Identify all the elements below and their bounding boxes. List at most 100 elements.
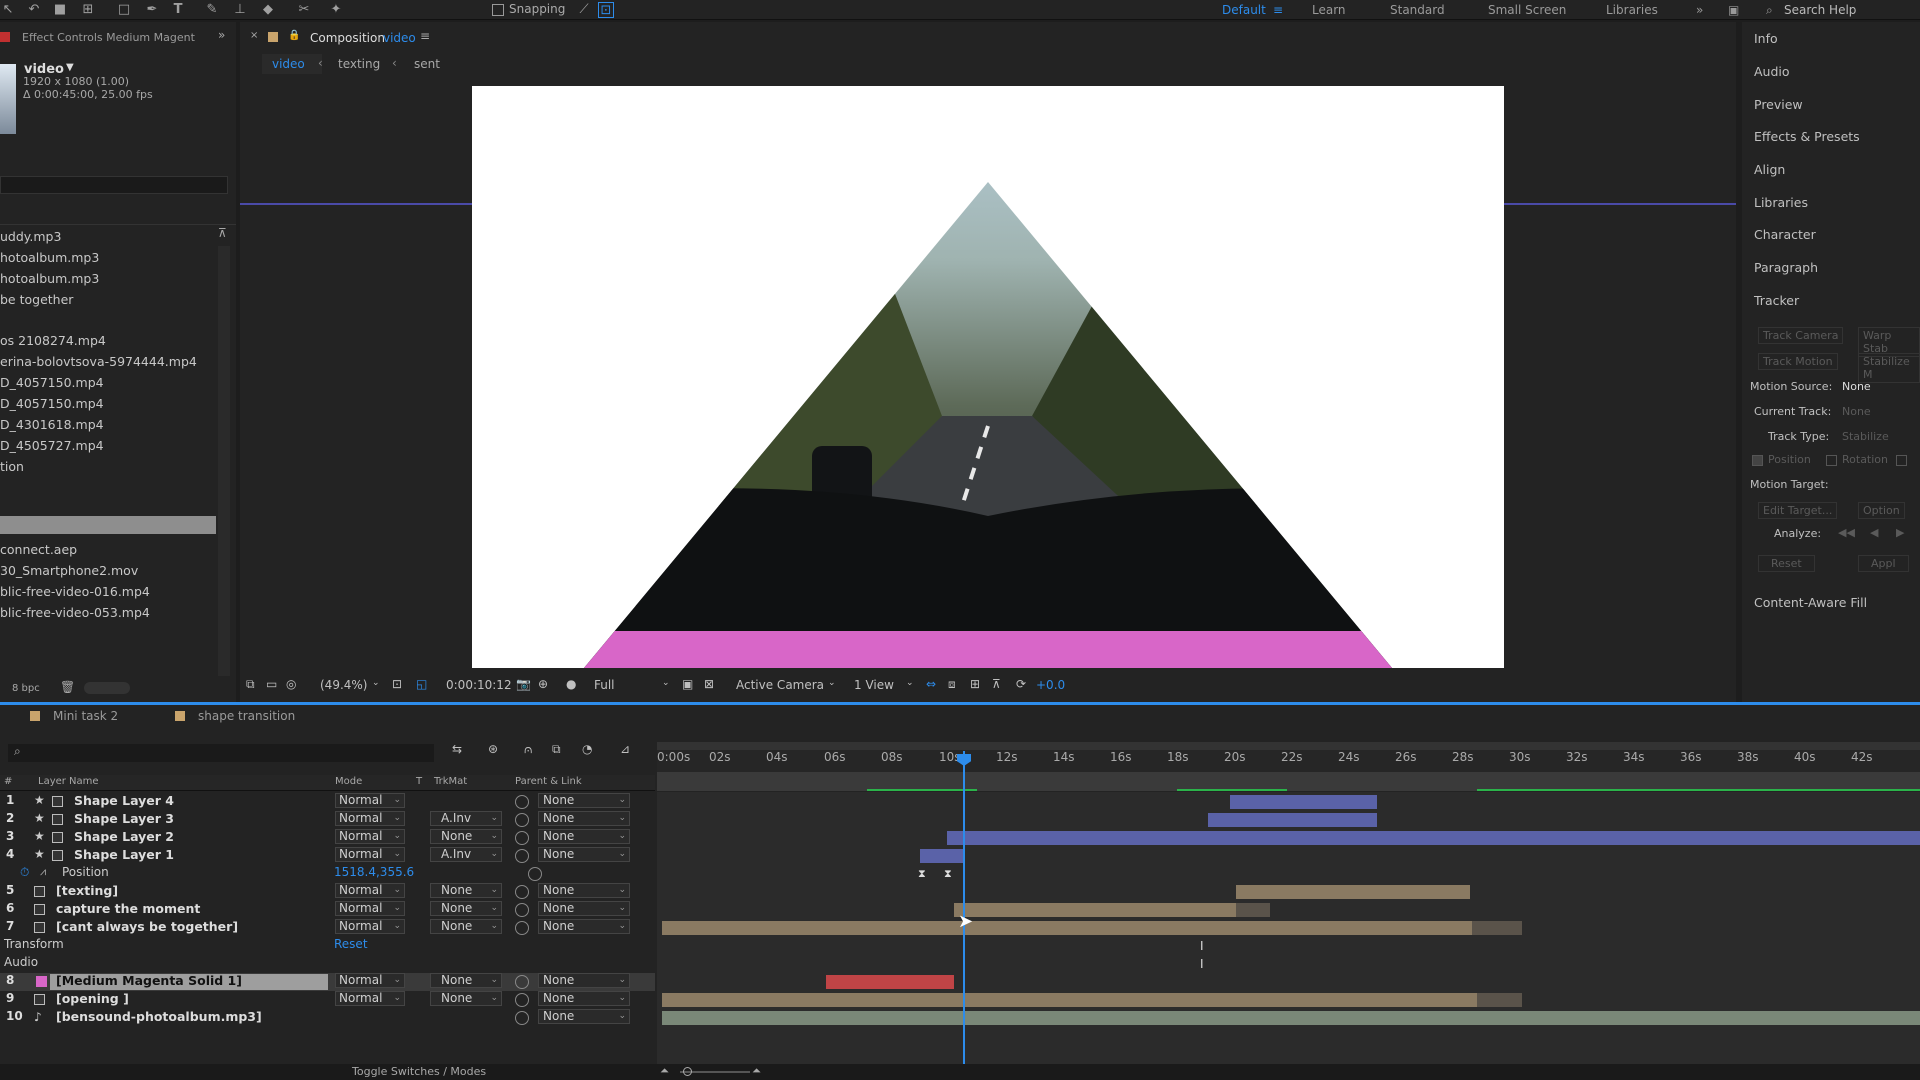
zoom-slider-handle[interactable] (683, 1067, 692, 1076)
camera-dropdown[interactable]: Active Camera (736, 678, 824, 692)
chevron-down-icon[interactable]: ⌄ (906, 678, 914, 688)
parent-dropdown[interactable]: None ⌄ (538, 919, 630, 934)
stopwatch-icon[interactable]: ⏱ (20, 865, 29, 880)
parent-dropdown[interactable]: None ⌄ (538, 829, 630, 844)
work-area-bar[interactable] (657, 742, 1920, 750)
layer-name[interactable]: [Medium Magenta Solid 1] (56, 973, 242, 988)
workspace-learn[interactable]: Learn (1312, 3, 1346, 17)
comp-mini-flowchart-icon[interactable]: ⇆ (452, 742, 462, 756)
tab-shape-transition[interactable]: shape transition (198, 709, 295, 723)
project-item[interactable]: os 2108274.mp4 (0, 333, 106, 348)
project-item-selected[interactable] (0, 516, 216, 534)
snap-edge-icon[interactable]: ⟋ (576, 2, 592, 18)
view-layout-dropdown[interactable]: 1 View (854, 678, 894, 692)
layer-row[interactable]: 10 ♪ [bensound-photoalbum.mp3] None ⌄ (0, 1009, 655, 1027)
layer-bar-shape-layer-4[interactable] (1230, 795, 1377, 809)
analyze-back-icon[interactable]: ◀◀ (1838, 526, 1855, 539)
layer-name[interactable]: Shape Layer 4 (74, 793, 174, 808)
layer-bar-shape-layer-1[interactable] (920, 849, 964, 863)
panel-effects-presets[interactable]: Effects & Presets (1754, 129, 1860, 144)
project-item[interactable]: D_4505727.mp4 (0, 438, 104, 453)
position-value[interactable]: 1518.4,355.6 (334, 865, 414, 879)
panel-expand-icon[interactable]: » (218, 28, 225, 42)
mode-dropdown[interactable]: Normal ⌄ (335, 811, 405, 826)
parent-pickwhip-icon[interactable] (515, 993, 529, 1007)
flowchart-icon[interactable]: ⊼ (992, 677, 1001, 691)
time-ruler[interactable]: 0:00s 02s 04s 06s 08s 10s 12s 14s 16s 18… (657, 750, 1920, 772)
puppet-tool-icon[interactable]: ✦ (328, 2, 344, 18)
reset-exposure-icon[interactable]: ⟳ (1016, 677, 1026, 691)
project-item[interactable]: blic-free-video-016.mp4 (0, 584, 150, 599)
zoom-in-icon[interactable]: ⏶ (752, 1064, 761, 1078)
project-search-input[interactable] (0, 176, 228, 194)
effect-controls-tab[interactable]: Effect Controls Medium Magent (22, 31, 195, 44)
panel-preview[interactable]: Preview (1754, 97, 1803, 112)
layer-bar-capture-the-moment[interactable] (954, 903, 1236, 917)
mode-dropdown[interactable]: Normal ⌄ (335, 829, 405, 844)
layer-bar-bensound-audio[interactable] (662, 1011, 1920, 1025)
lock-icon[interactable]: 🔒 (288, 30, 300, 41)
zoom-dropdown[interactable]: (49.4%) (320, 678, 367, 692)
property-row[interactable]: ⏱ ⩘ Position 1518.4,355.6 (0, 865, 655, 883)
layer-row[interactable]: 7 [cant always be together] Normal ⌄ None… (0, 919, 655, 937)
graph-editor-icon[interactable]: ⊿ (620, 742, 630, 756)
project-item[interactable]: connect.aep (0, 542, 77, 557)
snapshot-icon[interactable]: 📷 (516, 677, 531, 691)
sync-settings-icon[interactable]: ▣ (1728, 3, 1739, 17)
current-track-dropdown[interactable]: None (1842, 405, 1871, 418)
layer-row[interactable]: 5 [texting] Normal ⌄ None ⌄ None ⌄ (0, 883, 655, 901)
keyframe-icon[interactable]: ⧗ (944, 867, 952, 881)
layer-bar-shape-layer-2[interactable] (947, 831, 1920, 845)
pan-behind-tool-icon[interactable]: ⊞ (80, 2, 96, 18)
type-tool-icon[interactable]: T (170, 2, 186, 18)
layer-row-selected[interactable]: 8 [Medium Magenta Solid 1] Normal ⌄ None ⌄… (0, 973, 655, 991)
track-type-dropdown[interactable]: Stabilize (1842, 430, 1889, 443)
search-icon[interactable]: ⌕ (1766, 3, 1773, 18)
parent-pickwhip-icon[interactable] (515, 975, 529, 989)
timeline-search-input[interactable]: ⌕ (8, 744, 434, 762)
analyze-next-icon[interactable]: ▶ (1896, 526, 1904, 539)
parent-dropdown[interactable]: None ⌄ (538, 1009, 630, 1024)
rotation-checkbox[interactable] (1826, 455, 1837, 466)
brush-tool-icon[interactable]: ✎ (204, 2, 220, 18)
trkmat-dropdown[interactable]: None ⌄ (430, 883, 502, 898)
eraser-tool-icon[interactable]: ◆ (260, 2, 276, 18)
current-time-display[interactable]: 0:00:10:12 (446, 678, 512, 692)
edit-target-button[interactable]: Edit Target... (1758, 502, 1838, 519)
fast-previews-icon[interactable]: ▣ (682, 677, 693, 691)
project-item[interactable]: D_4057150.mp4 (0, 375, 104, 390)
rectangle-tool-icon[interactable]: □ (116, 2, 132, 18)
rotate-tool-icon[interactable]: ↶ (26, 2, 42, 18)
mode-dropdown[interactable]: Normal ⌄ (335, 973, 405, 988)
graph-icon[interactable]: ⩘ (40, 865, 46, 879)
project-scrollbar[interactable] (218, 246, 230, 676)
parent-dropdown[interactable]: None ⌄ (538, 811, 630, 826)
layer-bar-shape-layer-3[interactable] (1208, 813, 1377, 827)
chevron-down-icon[interactable]: ⌄ (828, 678, 836, 688)
project-item[interactable]: 30_Smartphone2.mov (0, 563, 138, 578)
composition-link[interactable]: video (383, 31, 416, 45)
tab-mini-task-2[interactable]: Mini task 2 (53, 709, 118, 723)
more-workspaces-icon[interactable]: » (1696, 3, 1703, 17)
layer-name[interactable]: [bensound-photoalbum.mp3] (56, 1009, 262, 1024)
options-button[interactable]: Option (1858, 502, 1905, 519)
panel-libraries[interactable]: Libraries (1754, 195, 1808, 210)
layer-name[interactable]: [cant always be together] (56, 919, 238, 934)
panel-character[interactable]: Character (1754, 227, 1816, 242)
tracker-apply-button[interactable]: Appl (1858, 555, 1909, 572)
property-group-row[interactable]: Transform Reset (0, 937, 655, 955)
layer-bar-medium-magenta-solid[interactable] (826, 975, 954, 989)
trkmat-dropdown[interactable]: None ⌄ (430, 991, 502, 1006)
frame-blending-icon[interactable]: ⧉ (552, 742, 561, 757)
parent-dropdown[interactable]: None ⌄ (538, 847, 630, 862)
clone-stamp-tool-icon[interactable]: ⊥ (232, 2, 248, 18)
transform-reset-link[interactable]: Reset (334, 937, 368, 951)
parent-dropdown[interactable]: None ⌄ (538, 901, 630, 916)
scale-checkbox[interactable] (1896, 455, 1907, 466)
project-item[interactable]: hotoalbum.mp3 (0, 250, 99, 265)
parent-pickwhip-icon[interactable] (515, 885, 529, 899)
motion-blur-icon[interactable]: ◔ (582, 742, 592, 756)
layer-name[interactable]: Shape Layer 2 (74, 829, 174, 844)
thumbnail-size-slider[interactable] (84, 682, 130, 694)
project-item[interactable]: hotoalbum.mp3 (0, 271, 99, 286)
